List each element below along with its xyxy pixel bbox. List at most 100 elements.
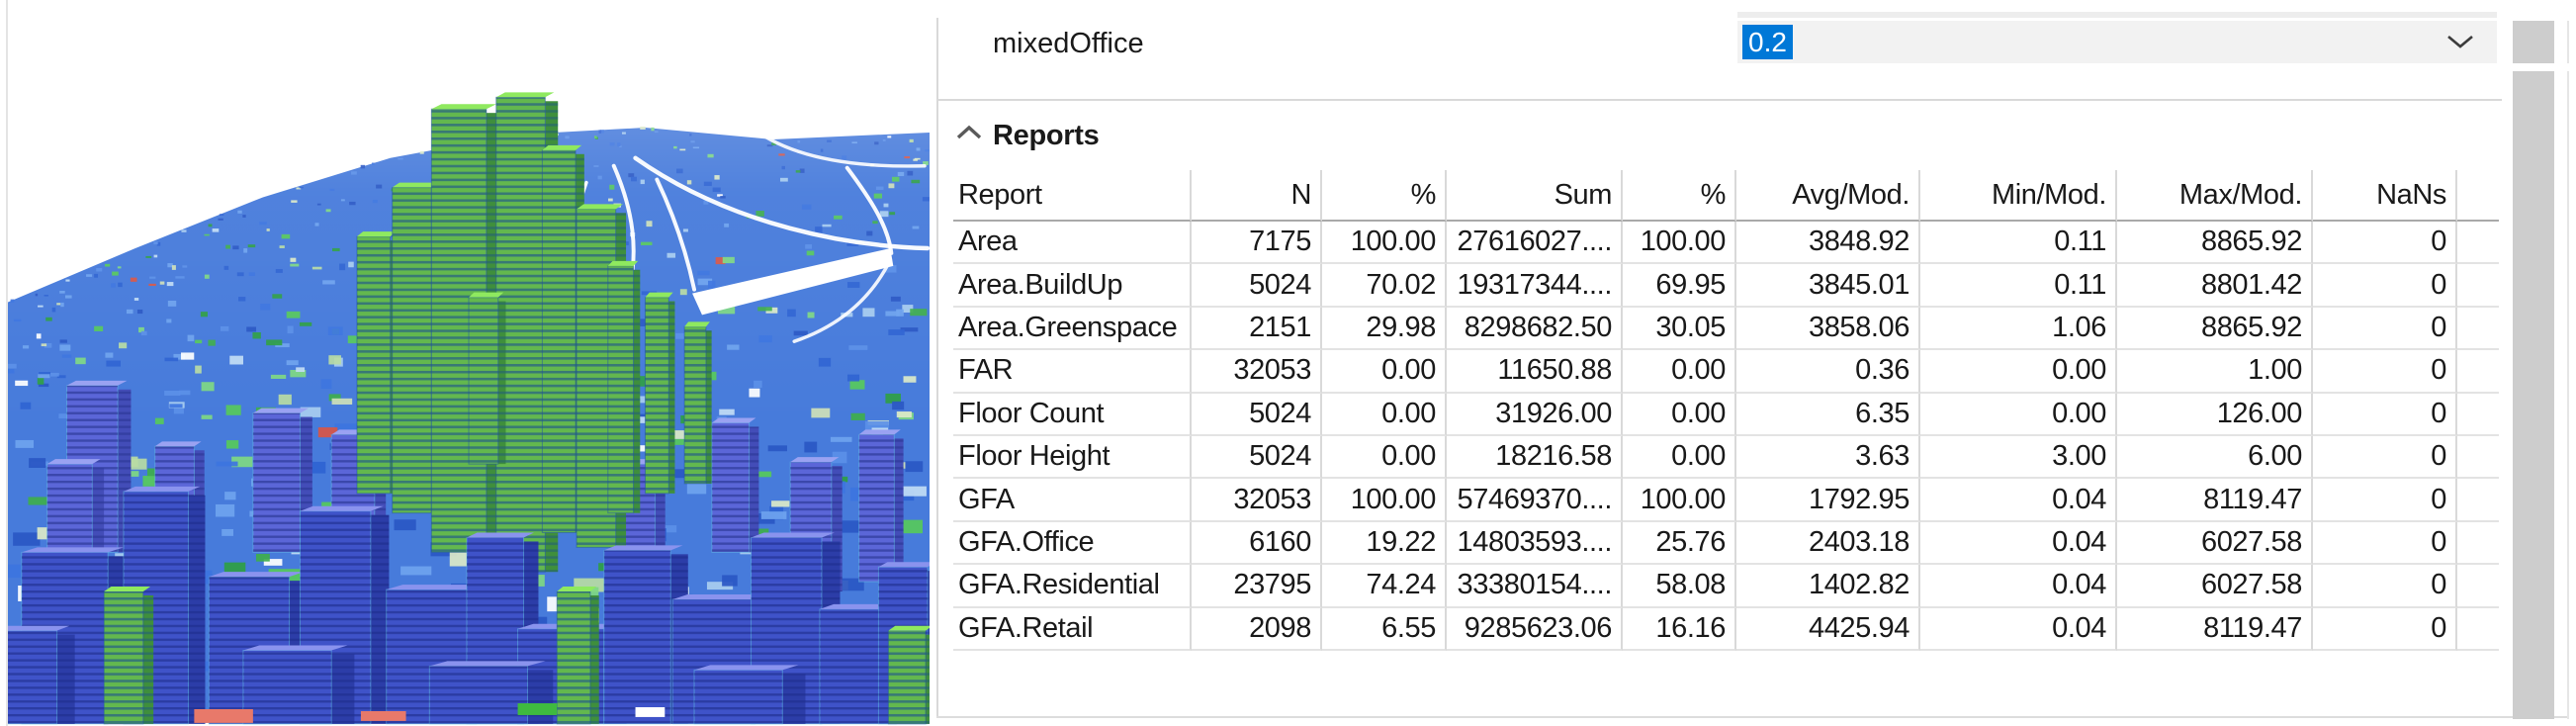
table-cell: 6.55 bbox=[1322, 607, 1447, 651]
table-cell: 0.00 bbox=[1920, 393, 2117, 436]
table-cell: 0.04 bbox=[1920, 521, 2117, 566]
table-cell: 0 bbox=[2313, 435, 2457, 480]
table-cell: 0.00 bbox=[1920, 350, 2117, 394]
table-cell: 57469370.... bbox=[1447, 479, 1623, 522]
header-cell: Sum bbox=[1447, 170, 1623, 222]
table-cell: 0.04 bbox=[1920, 565, 2117, 608]
section-divider bbox=[936, 99, 2502, 101]
row-spacer bbox=[2457, 308, 2499, 351]
table-cell: 11650.88 bbox=[1447, 350, 1623, 394]
table-cell: 7175 bbox=[1192, 222, 1322, 265]
table-cell: 0 bbox=[2313, 222, 2457, 265]
row-spacer bbox=[2457, 350, 2499, 394]
row-spacer bbox=[2457, 522, 2499, 566]
table-cell: 18216.58 bbox=[1447, 435, 1623, 480]
table-cell: 8801.42 bbox=[2117, 264, 2313, 308]
table-cell: 0 bbox=[2313, 307, 2457, 351]
header-cell: % bbox=[1322, 170, 1447, 222]
table-cell: 0 bbox=[2313, 393, 2457, 436]
parameter-name-label: mixedOffice bbox=[993, 28, 1144, 59]
table-cell: 126.00 bbox=[2117, 393, 2313, 436]
table-cell: 23795 bbox=[1192, 565, 1322, 608]
table-cell: 19317344.... bbox=[1447, 264, 1623, 308]
panel-right-border-main bbox=[2567, 71, 2569, 719]
table-cell: 3848.92 bbox=[1736, 222, 1920, 265]
table-cell: 5024 bbox=[1192, 264, 1322, 308]
table-cell: 6027.58 bbox=[2117, 565, 2313, 608]
table-cell: 1402.82 bbox=[1736, 565, 1920, 608]
table-cell: 16.16 bbox=[1623, 607, 1736, 651]
table-cell: 25.76 bbox=[1623, 521, 1736, 566]
table-cell: Area.BuildUp bbox=[953, 264, 1192, 308]
table-cell: 3858.06 bbox=[1736, 307, 1920, 351]
table-cell: GFA.Office bbox=[953, 521, 1192, 566]
panel-right-border-top bbox=[2567, 21, 2569, 63]
table-cell: 0 bbox=[2313, 479, 2457, 522]
table-cell: 0.11 bbox=[1920, 222, 2117, 265]
table-cell: 100.00 bbox=[1322, 479, 1447, 522]
table-cell: 33380154.... bbox=[1447, 565, 1623, 608]
table-cell: 0 bbox=[2313, 565, 2457, 608]
chevron-up-icon[interactable] bbox=[955, 124, 983, 140]
table-cell: 6160 bbox=[1192, 521, 1322, 566]
table-cell: 1.06 bbox=[1920, 307, 2117, 351]
table-cell: 0 bbox=[2313, 350, 2457, 394]
table-cell: 3845.01 bbox=[1736, 264, 1920, 308]
table-cell: Floor Height bbox=[953, 435, 1192, 480]
table-cell: 5024 bbox=[1192, 435, 1322, 480]
header-cell: NaNs bbox=[2313, 170, 2457, 222]
table-cell: 69.95 bbox=[1623, 264, 1736, 308]
table-cell: GFA.Residential bbox=[953, 565, 1192, 608]
row-spacer bbox=[2457, 565, 2499, 608]
table-cell: 6.35 bbox=[1736, 393, 1920, 436]
row-spacer bbox=[2457, 436, 2499, 480]
scrollbar-top[interactable] bbox=[2513, 21, 2554, 63]
row-spacer bbox=[2457, 394, 2499, 436]
table-cell: 6027.58 bbox=[2117, 521, 2313, 566]
table-cell: 27616027.... bbox=[1447, 222, 1623, 265]
table-cell: 32053 bbox=[1192, 479, 1322, 522]
header-cell: % bbox=[1623, 170, 1736, 222]
table-cell: Area bbox=[953, 222, 1192, 265]
viewport-left-edge bbox=[6, 0, 8, 726]
table-cell: 0 bbox=[2313, 521, 2457, 566]
table-cell: 2151 bbox=[1192, 307, 1322, 351]
scrollbar-main[interactable] bbox=[2513, 71, 2554, 719]
table-cell: 9285623.06 bbox=[1447, 607, 1623, 651]
table-cell: 0.00 bbox=[1623, 393, 1736, 436]
app-window: mixedOffice 0.2 Reports Report N% Sum% Avg/… bbox=[0, 0, 2576, 726]
header-cell: N bbox=[1192, 170, 1322, 222]
reports-section-header[interactable]: Reports bbox=[949, 111, 1365, 160]
table-cell: 8119.47 bbox=[2117, 607, 2313, 651]
table-cell: 0.04 bbox=[1920, 479, 2117, 522]
table-cell: 0.00 bbox=[1623, 350, 1736, 394]
chevron-down-icon[interactable] bbox=[2445, 34, 2475, 50]
table-cell: 0 bbox=[2313, 264, 2457, 308]
table-cell: 6.00 bbox=[2117, 435, 2313, 480]
table-cell: 3.00 bbox=[1920, 435, 2117, 480]
parameter-value-selected[interactable]: 0.2 bbox=[1742, 25, 1793, 59]
table-cell: 0.00 bbox=[1623, 435, 1736, 480]
header-cell: Avg/Mod. bbox=[1736, 170, 1920, 222]
table-cell: 0.04 bbox=[1920, 607, 2117, 651]
table-cell: 3.63 bbox=[1736, 435, 1920, 480]
3d-viewport[interactable] bbox=[8, 0, 930, 726]
table-cell: 32053 bbox=[1192, 350, 1322, 394]
reports-title: Reports bbox=[993, 120, 1100, 151]
reports-table: Report N% Sum% Avg/Mod. Min/Mod. Max/Mod. NaNs… bbox=[953, 170, 2499, 651]
row-spacer bbox=[2457, 264, 2499, 308]
panel-left-border bbox=[936, 18, 938, 718]
combobox-top-strip bbox=[1737, 12, 2497, 18]
table-cell: 100.00 bbox=[1322, 222, 1447, 265]
table-cell: 100.00 bbox=[1623, 222, 1736, 265]
table-cell: 0.36 bbox=[1736, 350, 1920, 394]
row-spacer bbox=[2457, 608, 2499, 651]
row-spacer bbox=[2457, 479, 2499, 522]
table-cell: 58.08 bbox=[1623, 565, 1736, 608]
table-cell: 5024 bbox=[1192, 393, 1322, 436]
table-cell: 8119.47 bbox=[2117, 479, 2313, 522]
parameter-value-combobox[interactable]: 0.2 bbox=[1737, 21, 2497, 63]
table-cell: 8865.92 bbox=[2117, 307, 2313, 351]
table-cell: Floor Count bbox=[953, 393, 1192, 436]
row-spacer bbox=[2457, 222, 2499, 265]
